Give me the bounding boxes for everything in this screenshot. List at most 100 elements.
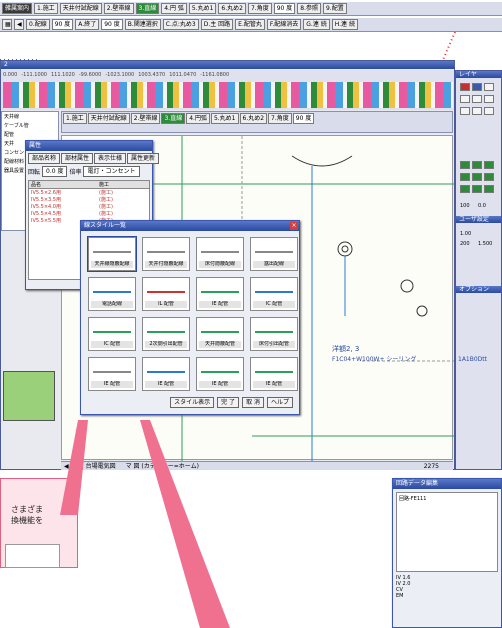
parts-attr-button[interactable]: 部材属性: [61, 153, 94, 164]
line-style-cell[interactable]: 2次側引出配管: [142, 317, 190, 351]
palette-button[interactable]: [460, 173, 470, 181]
category-select[interactable]: 電灯・コンセント: [83, 166, 140, 177]
line-style-cell[interactable]: 床付引出配管: [250, 317, 298, 351]
inner-tool-ceiling[interactable]: 天井付試配線: [87, 113, 130, 124]
circuit-rows: IV 1.6 IV 2.0 CV EM: [396, 575, 498, 599]
line-style-sample: [201, 331, 239, 333]
palette-button[interactable]: [484, 83, 494, 91]
line-style-cell[interactable]: IC 配管: [88, 317, 136, 351]
toolbar-item-angle[interactable]: 7.角度: [247, 3, 272, 14]
palette-button[interactable]: [472, 173, 482, 181]
circuit-field-value[interactable]: 回路-FE111: [399, 495, 495, 502]
line-style-cell[interactable]: IE 配管: [196, 357, 244, 391]
table-row[interactable]: IV5.5×2.6用 (施工): [29, 189, 149, 196]
toolbar-item-reference[interactable]: 8.参照: [297, 3, 321, 14]
fixture-symbol[interactable]: [400, 279, 414, 293]
palette-button[interactable]: [460, 107, 470, 115]
toolbar2-pipe[interactable]: E.配管丸: [235, 19, 265, 30]
toolbar2-continuous-2[interactable]: H.連 続: [331, 19, 358, 30]
inner-tool-arc[interactable]: 4.円弧: [186, 113, 210, 124]
tool-icons-strip[interactable]: [3, 82, 453, 108]
toolbar-item-guide[interactable]: 雑属案内: [2, 3, 33, 14]
toolbar2-wiring[interactable]: 0.配線: [26, 19, 50, 30]
toolbar2-main-circuit[interactable]: D.主 回路: [200, 19, 234, 30]
toolbar-item-straight[interactable]: 3.直線: [135, 3, 160, 14]
toolbar-item-wall-wiring[interactable]: 2.壁帯線: [103, 3, 134, 14]
inner-angle-select[interactable]: 90 度: [292, 113, 315, 124]
toolbar2-related[interactable]: B.関連選択: [124, 19, 161, 30]
toolbar2-round3[interactable]: C.点:丸め3: [162, 19, 199, 30]
line-style-cell[interactable]: IE 配管: [88, 357, 136, 391]
table-row[interactable]: IV5.5×4.0用 (施工): [29, 203, 149, 210]
map-thumbnail[interactable]: [3, 371, 55, 421]
palette-button[interactable]: [472, 161, 482, 169]
palette-button[interactable]: [460, 161, 470, 169]
palette-button[interactable]: [472, 107, 482, 115]
inner-tool-straight[interactable]: 3.直線: [161, 113, 186, 124]
palette-button[interactable]: [484, 107, 494, 115]
table-row[interactable]: IV5.5×4.5用 (施工): [29, 210, 149, 217]
line-style-cell[interactable]: 天井付隠蔽配線: [142, 237, 190, 271]
palette-button[interactable]: [472, 83, 482, 91]
close-icon[interactable]: ×: [290, 222, 298, 230]
toolbar-item-round1[interactable]: 5.丸め1: [188, 3, 217, 14]
line-style-sample: [147, 291, 185, 293]
toolbar2-continuous[interactable]: G.連 続: [303, 19, 330, 30]
palette-button[interactable]: [484, 161, 494, 169]
palette-button[interactable]: [484, 185, 494, 193]
grid-icon[interactable]: ▦: [2, 19, 12, 30]
palette-button[interactable]: [484, 173, 494, 181]
line-style-cell[interactable]: 電話配線: [88, 277, 136, 311]
toolbar-item-place[interactable]: 9.配置: [322, 3, 347, 14]
tree-item[interactable]: ケーブル管: [2, 121, 58, 130]
tree-item[interactable]: 配管: [2, 130, 58, 139]
line-style-cell[interactable]: 天井隠蔽配管: [196, 317, 244, 351]
tree-item[interactable]: 天井線: [2, 112, 58, 121]
line-style-cell[interactable]: IE 配管: [142, 357, 190, 391]
parts-name-button[interactable]: 部品名称: [28, 153, 61, 164]
coordinate-row: 0.000 -111.1000 111.1020 -99.6000 -1023.…: [3, 72, 453, 80]
line-style-cell[interactable]: IL 配管: [142, 277, 190, 311]
display-spec-button[interactable]: 表示仕様: [94, 153, 127, 164]
palette-button[interactable]: [472, 95, 482, 103]
fixture-symbol[interactable]: [416, 305, 428, 317]
palette-button[interactable]: [460, 185, 470, 193]
toolbar2-erase[interactable]: F.配線消去: [266, 19, 302, 30]
toolbar-item-construct[interactable]: 1.施工: [34, 3, 58, 14]
line-style-cell[interactable]: IE 配管: [250, 357, 298, 391]
line-style-cell[interactable]: 床付隠蔽配線: [196, 237, 244, 271]
toolbar2-end[interactable]: A.終了: [75, 19, 100, 30]
toolbar-item-round2[interactable]: 6.丸め2: [218, 3, 246, 14]
toolbar-item-arc[interactable]: 4.円 弧: [161, 3, 187, 14]
palette-button[interactable]: [460, 95, 470, 103]
inner-tool-round2[interactable]: 6.丸め2: [239, 113, 268, 124]
attr-update-button[interactable]: 属性更新: [127, 153, 160, 164]
line-style-caption: 床付引出配管: [253, 341, 295, 348]
inner-tool-angle[interactable]: 7.角度: [268, 113, 292, 124]
toolbar-item-ceiling-wiring[interactable]: 天井付試配線: [59, 3, 102, 14]
palette-button[interactable]: [472, 185, 482, 193]
toolbar2-angle-2[interactable]: 90 度: [101, 19, 123, 30]
table-row[interactable]: IV5.5×3.5用 (施工): [29, 196, 149, 203]
list-item[interactable]: EM: [396, 593, 498, 599]
ok-button[interactable]: 完 了: [217, 397, 240, 408]
line-style-cell[interactable]: 天井線隠蔽配線: [87, 236, 137, 272]
inner-tool-wall[interactable]: 2.壁帯線: [130, 113, 161, 124]
inner-tool-round1[interactable]: 5.丸め1: [210, 113, 239, 124]
coord-value: -99.6000: [78, 72, 102, 78]
line-style-cell[interactable]: 露出配線: [250, 237, 298, 271]
toolbar-angle-select[interactable]: 90 度: [273, 3, 296, 14]
cancel-button[interactable]: 取 消: [242, 397, 264, 408]
palette-button[interactable]: [484, 95, 494, 103]
line-style-cell[interactable]: IC 配管: [250, 277, 298, 311]
line-style-sample: [201, 371, 239, 373]
rotate-input[interactable]: 0.0 度: [42, 166, 68, 177]
help-button[interactable]: ヘルプ: [266, 397, 293, 408]
style-display-button[interactable]: スタイル表示: [170, 397, 215, 408]
arrow-left-icon[interactable]: ◀: [14, 19, 24, 30]
toolbar2-angle-1[interactable]: 90 度: [51, 19, 74, 30]
palette-button[interactable]: [460, 83, 470, 91]
line-style-cell[interactable]: IE 配管: [196, 277, 244, 311]
fixture-symbol[interactable]: [337, 241, 353, 257]
inner-tool-construct[interactable]: 1.施工: [63, 113, 87, 124]
